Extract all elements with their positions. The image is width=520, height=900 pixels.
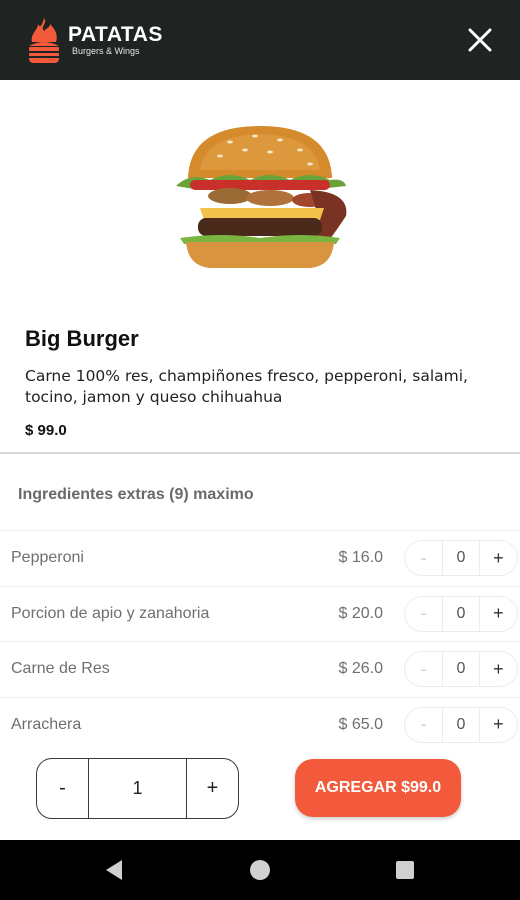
extra-quantity-stepper: - 0 + [404,595,518,632]
close-icon [468,28,492,52]
system-navigation-bar [0,840,520,900]
extra-price: $ 20.0 [338,604,383,622]
extra-price: $ 16.0 [338,549,383,567]
increment-button[interactable]: + [480,597,517,631]
product-description: Carne 100% res, champiñones fresco, pepp… [25,367,468,406]
recents-button[interactable] [393,858,417,882]
product-image-area [0,80,520,320]
home-button[interactable] [248,858,272,882]
back-button[interactable] [102,858,126,882]
recents-square-icon [396,861,414,879]
brand-subtitle: Burgers & Wings [72,46,140,56]
decrement-button[interactable]: - [405,541,442,575]
section-divider [0,452,520,454]
increment-button[interactable]: + [480,652,517,686]
increment-button[interactable]: + [480,708,517,742]
extra-quantity-stepper: - 0 + [404,706,518,743]
extra-quantity-stepper: - 0 + [404,651,518,688]
extra-item: Pepperoni $ 16.0 - 0 + [0,530,520,586]
burger-image [176,126,347,268]
order-increment-button[interactable]: + [187,759,238,818]
extra-quantity: 0 [442,707,480,742]
decrement-button[interactable]: - [405,652,442,686]
brand-logo: PATATAS Burgers & Wings [26,16,163,64]
extra-name: Porcion de apio y zanahoria [11,604,210,622]
close-button[interactable] [462,22,498,58]
extras-list: Pepperoni $ 16.0 - 0 + Porcion de apio y… [0,530,520,752]
extra-item: Arrachera $ 65.0 - 0 + [0,696,520,753]
app-header: PATATAS Burgers & Wings [0,0,520,80]
home-circle-icon [250,860,270,880]
extra-item: Carne de Res $ 26.0 - 0 + [0,641,520,697]
decrement-button[interactable]: - [405,597,442,631]
order-quantity: 1 [88,759,187,818]
extra-price: $ 65.0 [338,715,383,733]
product-name: Big Burger [25,326,139,351]
product-info: Big Burger Carne 100% res, champiñones f… [25,326,495,439]
increment-button[interactable]: + [480,541,517,575]
order-quantity-stepper: - 1 + [36,758,239,819]
extra-name: Pepperoni [11,549,84,567]
product-price: $ 99.0 [25,422,67,439]
order-decrement-button[interactable]: - [37,759,88,818]
extra-quantity: 0 [442,596,480,631]
back-triangle-icon [106,860,122,880]
extra-name: Carne de Res [11,660,110,678]
extra-name: Arrachera [11,715,82,733]
brand-title: PATATAS [68,23,163,46]
extra-price: $ 26.0 [338,660,383,678]
add-to-cart-button[interactable]: AGREGAR $99.0 [295,759,461,817]
extra-quantity: 0 [442,541,480,576]
decrement-button[interactable]: - [405,708,442,742]
extra-quantity: 0 [442,652,480,687]
extras-title: Ingredientes extras (9) maximo [18,486,254,503]
extra-item: Porcion de apio y zanahoria $ 20.0 - 0 + [0,585,520,642]
order-bar: - 1 + AGREGAR $99.0 [0,748,520,840]
extra-quantity-stepper: - 0 + [404,540,518,577]
flame-burger-logo-icon [29,18,59,63]
